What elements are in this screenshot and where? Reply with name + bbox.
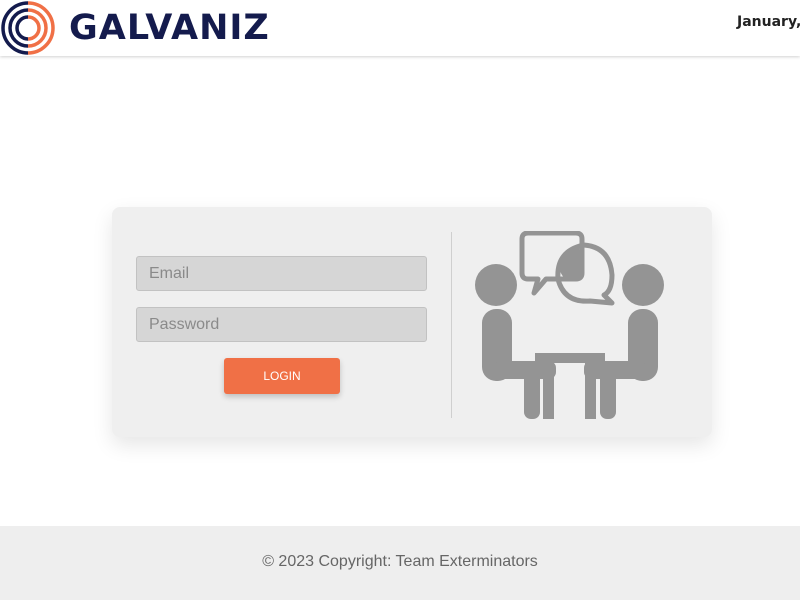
email-input[interactable]	[136, 256, 427, 291]
login-button[interactable]: LOGIN	[224, 358, 340, 394]
current-date: January,	[737, 14, 800, 30]
page-footer: © 2023 Copyright: Team Exterminators	[0, 526, 800, 600]
password-input[interactable]	[136, 307, 427, 342]
copyright-text: © 2023 Copyright: Team Exterminators	[262, 553, 538, 570]
galvanize-logo-icon[interactable]	[0, 0, 56, 56]
top-nav-bar: GALVANIZ January,	[0, 0, 800, 56]
card-divider	[451, 232, 452, 418]
people-meeting-icon	[475, 231, 664, 419]
brand-logo-text[interactable]: GALVANIZ	[69, 6, 270, 50]
login-card: LOGIN	[112, 207, 712, 437]
